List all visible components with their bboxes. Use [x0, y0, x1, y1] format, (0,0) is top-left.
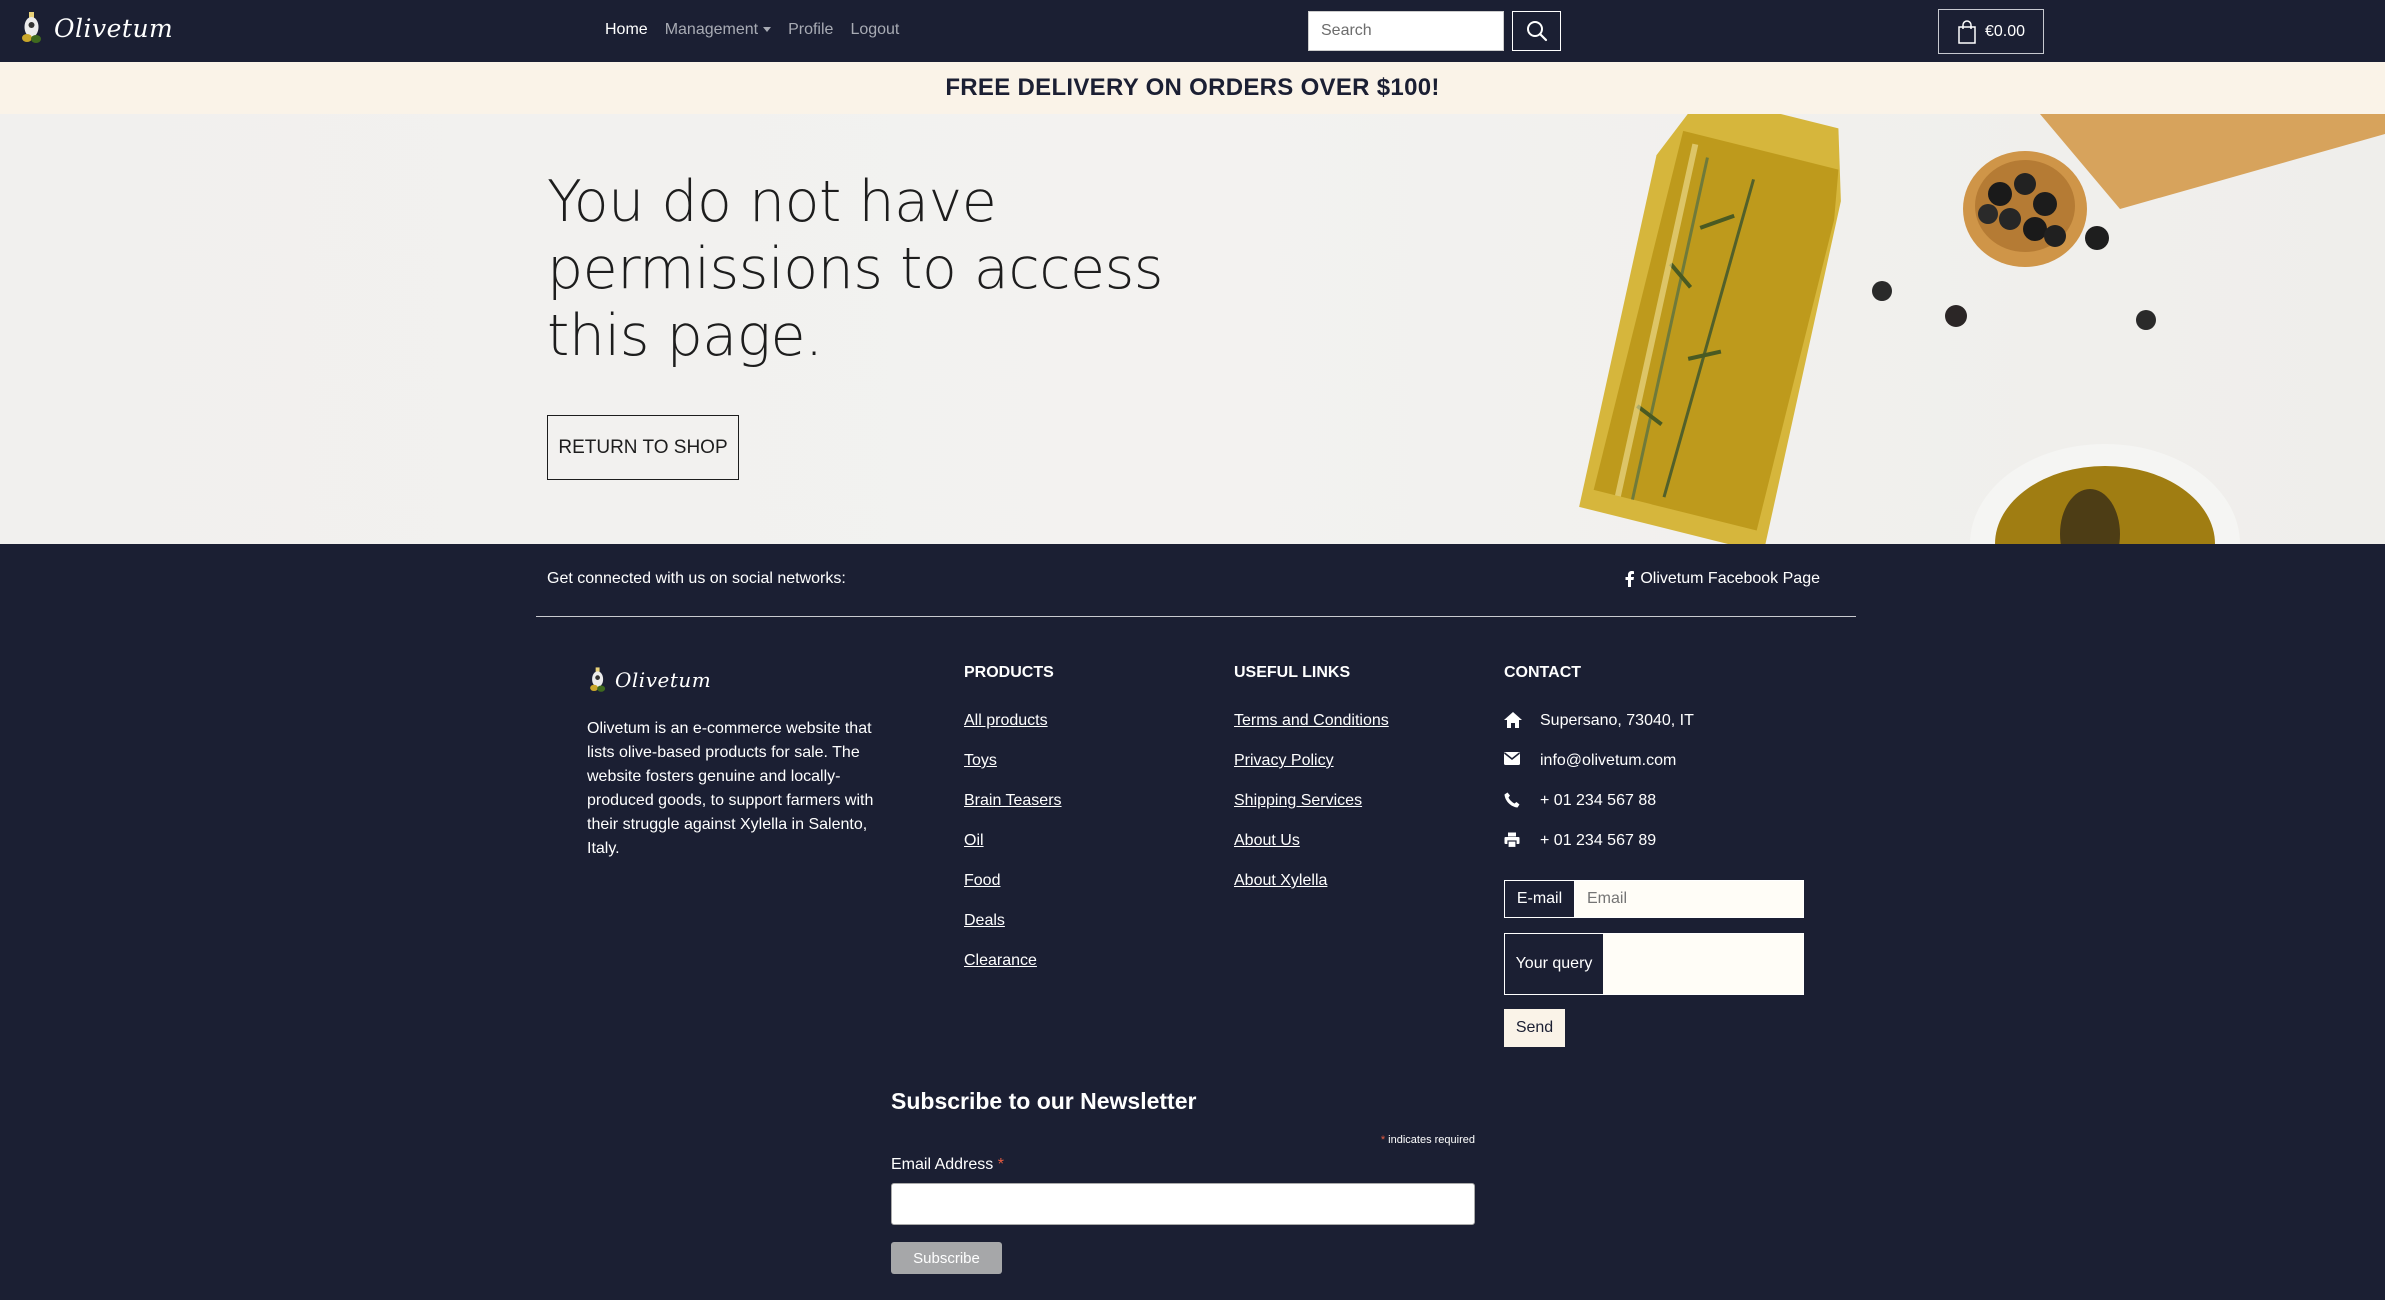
facebook-link[interactable]: Olivetum Facebook Page: [1625, 570, 1820, 588]
phone-icon: [1504, 792, 1520, 808]
link-all-products[interactable]: All products: [964, 712, 1048, 729]
facebook-icon: [1625, 571, 1635, 587]
search-button[interactable]: [1512, 11, 1561, 51]
brand-logo[interactable]: Olivetum: [18, 10, 173, 46]
link-oil[interactable]: Oil: [964, 832, 984, 849]
contact-fax-text: + 01 234 567 89: [1540, 832, 1657, 849]
contact-email: info@olivetum.com: [1504, 752, 1814, 792]
contact-title: CONTACT: [1504, 664, 1582, 681]
contact-query-group: Your query: [1504, 933, 1804, 995]
nav-profile[interactable]: Profile: [788, 21, 833, 39]
promo-text: FREE DELIVERY ON ORDERS OVER $100!: [945, 74, 1440, 101]
link-shipping[interactable]: Shipping Services: [1234, 792, 1362, 809]
contact-address: Supersano, 73040, IT: [1504, 712, 1814, 752]
footer-useful-links: USEFUL LINKS Terms and Conditions Privac…: [1234, 664, 1389, 912]
social-bar: Get connected with us on social networks…: [547, 570, 1820, 590]
link-clearance[interactable]: Clearance: [964, 952, 1037, 969]
contact-email-text: info@olivetum.com: [1540, 752, 1677, 769]
search-icon: [1526, 21, 1547, 42]
contact-phone-text: + 01 234 567 88: [1540, 792, 1657, 809]
olive-bottle-logo-icon: [22, 12, 41, 43]
olive-bottle-logo-icon: [590, 667, 606, 692]
newsletter-email-label-text: Email Address: [891, 1156, 994, 1173]
query-textarea[interactable]: [1603, 934, 1803, 994]
print-icon: [1504, 832, 1520, 848]
nav-home[interactable]: Home: [605, 21, 648, 39]
footer-divider: [536, 616, 1856, 617]
link-about-us[interactable]: About Us: [1234, 832, 1300, 849]
required-asterisk: *: [997, 1156, 1004, 1173]
send-button[interactable]: Send: [1504, 1009, 1565, 1047]
contact-email-input[interactable]: [1575, 881, 1803, 917]
main-nav: Home Management Profile Logout: [605, 21, 899, 39]
link-privacy[interactable]: Privacy Policy: [1234, 752, 1334, 769]
envelope-icon: [1504, 752, 1520, 765]
brand-name: Olivetum: [54, 13, 174, 43]
search-input[interactable]: [1308, 11, 1504, 51]
social-text: Get connected with us on social networks…: [547, 570, 846, 587]
contact-fax: + 01 234 567 89: [1504, 832, 1814, 872]
useful-links-title: USEFUL LINKS: [1234, 664, 1351, 681]
newsletter-email-label: Email Address *: [891, 1156, 1475, 1174]
nav-management-label: Management: [664, 21, 759, 38]
promo-banner: FREE DELIVERY ON ORDERS OVER $100!: [0, 62, 2385, 114]
newsletter-form: Subscribe to our Newsletter * indicates …: [891, 1088, 1475, 1274]
email-label: E-mail: [1505, 881, 1575, 917]
footer-about: Olivetum Olivetum is an e-commerce websi…: [587, 664, 887, 861]
home-icon: [1504, 712, 1522, 728]
required-note-text: indicates required: [1388, 1134, 1475, 1146]
query-label: Your query: [1515, 955, 1593, 972]
footer-brand-name: Olivetum: [615, 668, 712, 692]
footer-logo: Olivetum: [587, 664, 887, 696]
hero-section: You do not have permissions to access th…: [0, 114, 2385, 544]
nav-management-dropdown[interactable]: Management: [664, 21, 772, 39]
contact-address-text: Supersano, 73040, IT: [1540, 712, 1694, 729]
link-terms[interactable]: Terms and Conditions: [1234, 712, 1389, 729]
olive-oil-bottle-image: [1579, 114, 2385, 544]
facebook-link-label: Olivetum Facebook Page: [1640, 570, 1820, 587]
link-brain-teasers[interactable]: Brain Teasers: [964, 792, 1062, 809]
caret-down-icon: [763, 27, 772, 33]
link-about-xylella[interactable]: About Xylella: [1234, 872, 1327, 889]
nav-logout[interactable]: Logout: [850, 21, 899, 39]
shopping-bag-icon: [1958, 19, 1976, 44]
link-toys[interactable]: Toys: [964, 752, 997, 769]
contact-email-group: E-mail: [1504, 880, 1804, 918]
required-asterisk: *: [1380, 1134, 1386, 1146]
required-note: * indicates required: [891, 1134, 1475, 1146]
cart-button[interactable]: €0.00: [1938, 9, 2044, 54]
products-title: PRODUCTS: [964, 664, 1054, 681]
link-food[interactable]: Food: [964, 872, 1000, 889]
link-deals[interactable]: Deals: [964, 912, 1005, 929]
newsletter-email-input[interactable]: [891, 1183, 1475, 1225]
cart-total: €0.00: [1984, 22, 2026, 40]
footer-contact: CONTACT Supersano, 73040, IT info@olivet…: [1504, 664, 1814, 1047]
top-navbar: Olivetum Home Management Profile Logout …: [0, 0, 2385, 62]
return-to-shop-button[interactable]: RETURN TO SHOP: [547, 415, 739, 480]
subscribe-button[interactable]: Subscribe: [891, 1242, 1002, 1274]
hero-title: You do not have permissions to access th…: [547, 169, 1164, 369]
about-description: Olivetum is an e-commerce website that l…: [587, 720, 874, 857]
footer-products: PRODUCTS All products Toys Brain Teasers…: [964, 664, 1062, 992]
newsletter-title: Subscribe to our Newsletter: [891, 1088, 1197, 1114]
contact-phone: + 01 234 567 88: [1504, 792, 1814, 832]
